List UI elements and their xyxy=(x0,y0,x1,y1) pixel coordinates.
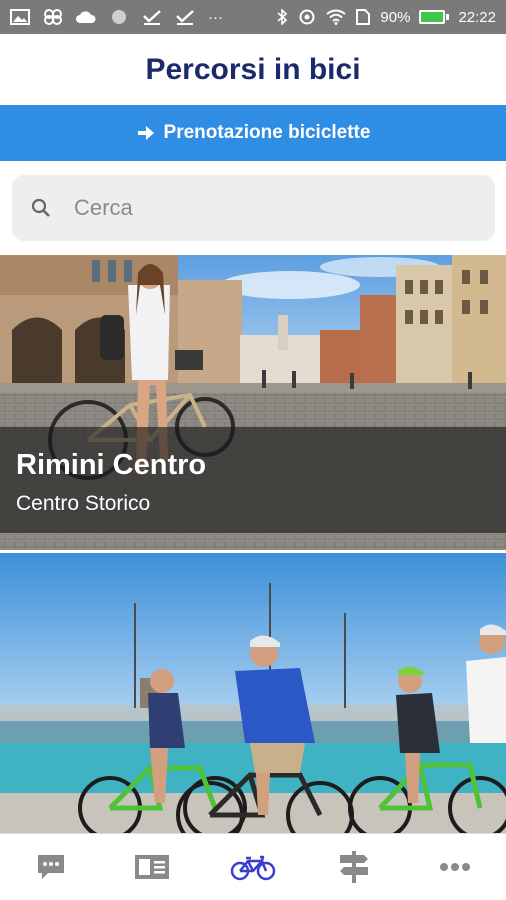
search-input[interactable] xyxy=(74,195,454,221)
wifi-icon xyxy=(326,9,347,25)
search-bar[interactable] xyxy=(12,175,495,241)
circle-icon xyxy=(109,9,129,25)
booking-button[interactable]: Prenotazione biciclette xyxy=(0,105,506,161)
arrow-right-icon xyxy=(137,126,154,140)
nav-more[interactable] xyxy=(420,842,490,892)
route-card-overlay: Rimini Centro Centro Storico xyxy=(0,427,506,533)
booking-button-label: Prenotazione biciclette xyxy=(163,122,371,143)
route-card-title: Rimini Centro xyxy=(16,449,207,481)
chat-icon xyxy=(37,855,64,879)
route-card-subtitle: Centro Storico xyxy=(16,492,151,515)
route-card[interactable] xyxy=(0,553,506,833)
check-icon xyxy=(142,9,162,25)
clock: 22:22 xyxy=(458,8,496,26)
signpost-icon xyxy=(340,851,369,883)
more-icon xyxy=(440,863,471,871)
id-card-icon xyxy=(134,855,169,879)
sim-icon xyxy=(355,9,371,25)
overflow-indicator: ··· xyxy=(208,8,223,26)
route-card[interactable]: Rimini Centro Centro Storico xyxy=(0,255,506,550)
gallery-icon xyxy=(10,9,30,25)
nav-id-card[interactable] xyxy=(117,842,187,892)
search-icon xyxy=(31,198,50,217)
page-title: Percorsi in bici xyxy=(145,53,361,86)
nav-bicycle[interactable] xyxy=(218,842,288,892)
check-icon xyxy=(175,9,195,25)
sync-icon xyxy=(297,9,317,25)
bicycle-icon xyxy=(230,855,276,881)
status-bar: ··· 90% 22:22 xyxy=(0,0,506,34)
bluetooth-icon xyxy=(276,9,288,25)
battery-icon xyxy=(419,10,450,24)
cloud-icon xyxy=(76,9,96,25)
nav-routes[interactable] xyxy=(319,842,389,892)
route-photo xyxy=(0,553,506,833)
app-icon xyxy=(43,9,63,25)
battery-percent: 90% xyxy=(380,8,411,26)
nav-chat[interactable] xyxy=(16,842,86,892)
bottom-nav xyxy=(0,833,506,900)
